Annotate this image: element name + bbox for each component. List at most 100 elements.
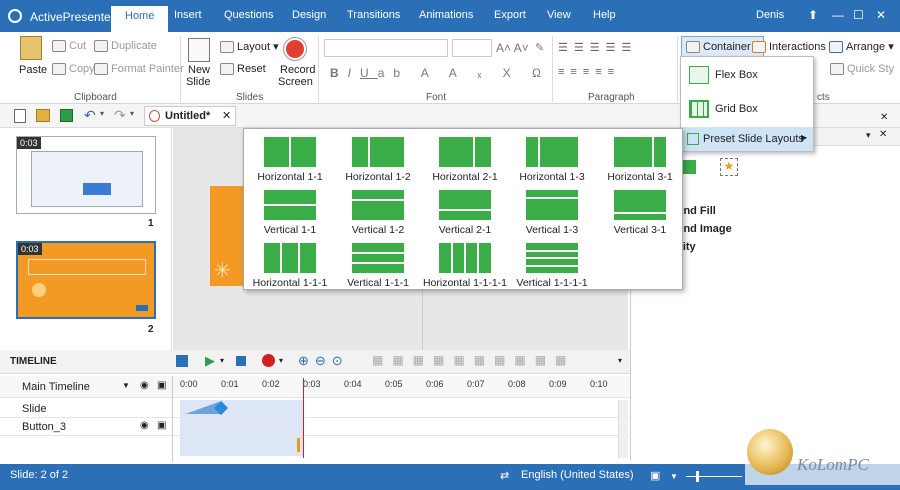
new-file-icon[interactable] bbox=[14, 109, 26, 123]
save-icon[interactable] bbox=[60, 109, 73, 122]
tab-animations[interactable]: Animations bbox=[419, 9, 473, 21]
open-folder-icon[interactable] bbox=[36, 109, 50, 122]
pane-pin-icon[interactable]: ✕ bbox=[879, 129, 887, 140]
font-family-select[interactable] bbox=[324, 39, 448, 57]
play-icon[interactable]: ▶ bbox=[205, 353, 215, 369]
tab-transitions[interactable]: Transitions bbox=[347, 9, 400, 21]
layout-option[interactable]: Vertical 1-1 bbox=[246, 186, 322, 236]
reset-button[interactable]: Reset bbox=[220, 63, 266, 76]
undo-icon[interactable]: ↶ bbox=[84, 107, 96, 124]
button-track[interactable] bbox=[180, 418, 304, 435]
lock-icon[interactable]: ▣ bbox=[157, 380, 166, 391]
copy-button[interactable]: Copy bbox=[52, 63, 95, 76]
layout-option[interactable]: Horizontal 1-3 bbox=[508, 133, 585, 183]
maximize-icon[interactable]: ☐ bbox=[853, 8, 864, 22]
record-timeline-icon[interactable] bbox=[262, 354, 275, 367]
align-buttons[interactable]: ≡≡≡≡≡ bbox=[558, 66, 620, 78]
view-mode-icon[interactable]: ▣ bbox=[650, 469, 660, 482]
tab-home[interactable]: Home bbox=[111, 6, 169, 32]
star-icon[interactable]: ★ bbox=[720, 158, 738, 176]
eye-icon[interactable]: ◉ bbox=[140, 420, 149, 431]
format-painter-button[interactable]: Format Painter bbox=[94, 63, 184, 76]
layout-button[interactable]: Layout ▾ bbox=[220, 40, 279, 54]
zoom-slider[interactable] bbox=[686, 476, 742, 477]
timeline-row-button[interactable]: Button_3 ◉ ▣ bbox=[0, 418, 630, 436]
tab-questions[interactable]: Questions bbox=[224, 9, 274, 21]
container-menu: Flex Box Grid Box Preset Slide Layouts ▶ bbox=[680, 56, 814, 152]
language-status[interactable]: English (United States) bbox=[521, 469, 634, 481]
watermark: KoLomPC bbox=[745, 425, 900, 485]
slide-thumbnail-1[interactable]: 0:03 bbox=[16, 136, 156, 214]
record-screen-button[interactable]: Record bbox=[280, 64, 315, 76]
tab-insert[interactable]: Insert bbox=[174, 9, 202, 21]
layout-option[interactable]: Vertical 3-1 bbox=[596, 186, 672, 236]
eye-icon[interactable]: ◉ bbox=[140, 380, 149, 391]
interactions-button[interactable]: Interactions ▾ bbox=[752, 40, 834, 54]
undo-dropdown-icon[interactable]: ▾ bbox=[100, 109, 104, 118]
layout-option[interactable]: Horizontal 2-1 bbox=[421, 133, 498, 183]
layout-option[interactable]: Horizontal 1-1-1 bbox=[246, 239, 327, 289]
close-tab-icon[interactable]: ✕ bbox=[222, 109, 231, 122]
layout-option[interactable]: Vertical 1-1-1-1 bbox=[508, 239, 588, 289]
layout-option[interactable]: Vertical 1-1-1 bbox=[334, 239, 410, 289]
view-dropdown-icon[interactable]: ▼ bbox=[670, 472, 678, 481]
clear-format-icon[interactable]: ✎ bbox=[535, 41, 544, 54]
layout-divider bbox=[439, 209, 491, 211]
pane-close-icon[interactable]: ✕ bbox=[880, 112, 888, 123]
close-icon[interactable]: ✕ bbox=[876, 8, 886, 22]
layout-label: Horizontal 1-1 bbox=[257, 171, 323, 183]
timeline-row-slide[interactable]: Slide bbox=[0, 400, 630, 418]
timeline-select-icon[interactable]: ▼ bbox=[122, 381, 130, 390]
font-grow-shrink-icon[interactable]: A˄ A˅ bbox=[496, 41, 529, 55]
play-dropdown-icon[interactable]: ▾ bbox=[220, 356, 224, 365]
font-size-select[interactable] bbox=[452, 39, 492, 57]
menu-item-preset-slide-layouts[interactable]: Preset Slide Layouts ▶ bbox=[681, 127, 813, 151]
quick-style-button[interactable]: Quick Sty bbox=[830, 63, 894, 76]
duplicate-button[interactable]: Duplicate bbox=[94, 40, 157, 53]
zoom-buttons[interactable]: ⊕⊖⊙ bbox=[298, 353, 349, 369]
ruler-tick-label: 0:05 bbox=[385, 379, 403, 389]
pane-options-icon[interactable]: ▾ bbox=[866, 130, 871, 141]
layout-thumbnail-icon bbox=[439, 190, 491, 220]
layout-thumbnail-icon bbox=[526, 243, 578, 273]
paste-button[interactable]: Paste bbox=[19, 64, 47, 76]
layout-option[interactable]: Horizontal 1-1-1-1 bbox=[421, 239, 507, 289]
new-slide-button[interactable]: New bbox=[188, 64, 210, 76]
lock-icon[interactable]: ▣ bbox=[157, 420, 166, 431]
layout-option[interactable]: Vertical 1-2 bbox=[334, 186, 410, 236]
zoom-slider-thumb[interactable] bbox=[696, 471, 699, 482]
tab-help[interactable]: Help bbox=[593, 9, 616, 21]
timeline-more-icon[interactable]: ▾ bbox=[618, 356, 622, 365]
menu-item-flex-box[interactable]: Flex Box bbox=[681, 59, 813, 91]
fill-tab-icon[interactable] bbox=[682, 160, 696, 174]
timeline-vscrollbar[interactable] bbox=[618, 400, 628, 458]
list-buttons[interactable]: ☰☰☰☰☰ bbox=[558, 41, 637, 54]
quick-style-icon bbox=[830, 63, 844, 76]
layout-option[interactable]: Vertical 1-3 bbox=[508, 186, 584, 236]
redo-icon[interactable]: ↷ bbox=[114, 107, 126, 124]
tab-view[interactable]: View bbox=[547, 9, 571, 21]
layout-option[interactable]: Vertical 2-1 bbox=[421, 186, 497, 236]
slide-thumbnail-2[interactable]: 0:03 bbox=[16, 241, 156, 319]
cut-button[interactable]: Cut bbox=[52, 40, 86, 53]
record-dropdown-icon[interactable]: ▾ bbox=[279, 356, 283, 365]
object-end-marker[interactable] bbox=[297, 438, 300, 452]
tab-export[interactable]: Export bbox=[494, 9, 526, 21]
playhead[interactable] bbox=[303, 378, 304, 458]
layout-option[interactable]: Horizontal 1-1 bbox=[246, 133, 323, 183]
layout-option[interactable]: Horizontal 1-2 bbox=[334, 133, 411, 183]
menu-item-grid-box[interactable]: Grid Box bbox=[681, 93, 813, 125]
new-slide-icon bbox=[188, 38, 210, 62]
arrange-button[interactable]: Arrange ▾ bbox=[829, 40, 894, 54]
language-icon[interactable]: ⇄ bbox=[500, 469, 509, 482]
layout-option[interactable]: Horizontal 3-1 bbox=[596, 133, 673, 183]
timeline-tool-buttons[interactable]: ▦▦▦▦▦▦▦▦▦▦ bbox=[372, 353, 575, 367]
ribbon-collapse-icon[interactable]: ⬆ bbox=[808, 8, 818, 22]
tab-design[interactable]: Design bbox=[292, 9, 326, 21]
font-style-buttons[interactable]: BIUab A A ₓ X Ω bbox=[330, 66, 550, 80]
timeline-view-icon[interactable] bbox=[176, 355, 188, 367]
user-name[interactable]: Denis bbox=[756, 9, 784, 21]
redo-dropdown-icon[interactable]: ▾ bbox=[130, 109, 134, 118]
minimize-icon[interactable]: — bbox=[832, 8, 844, 22]
stop-icon[interactable] bbox=[236, 356, 246, 366]
